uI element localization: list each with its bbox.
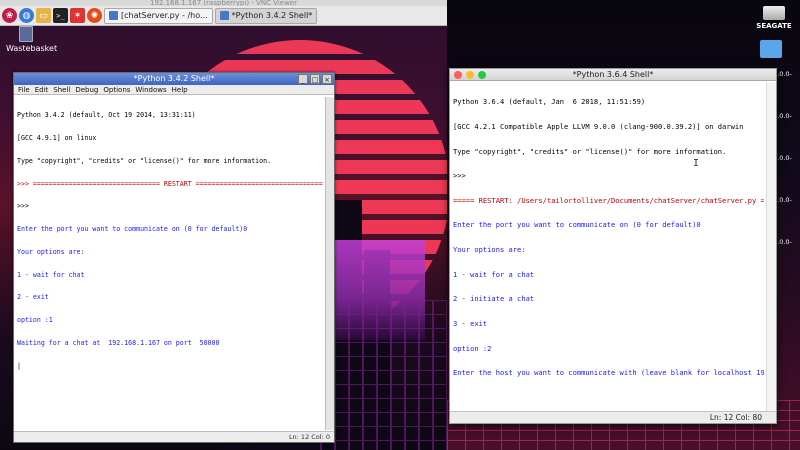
window-title: *Python 3.6.4 Shell* bbox=[572, 70, 654, 79]
shell-line: Type "copyright", "credits" or "license(… bbox=[453, 146, 727, 156]
shell-input-line[interactable]: Enter the host you want to communicate w… bbox=[453, 368, 764, 377]
desktop-icon-label: Wastebasket bbox=[6, 44, 58, 53]
desktop-icon-label[interactable]: 4.0.0- bbox=[773, 70, 800, 78]
window-titlebar[interactable]: *Python 3.4.2 Shell* _ □ × bbox=[14, 73, 334, 85]
status-bar: Ln: 12 Col: 0 bbox=[14, 431, 334, 442]
desktop-icon-label[interactable]: 4.0.0- bbox=[773, 154, 800, 162]
menu-file[interactable]: File bbox=[18, 85, 30, 94]
shell-line: [GCC 4.9.1] on linux bbox=[17, 133, 97, 142]
folder-icon[interactable] bbox=[760, 40, 782, 58]
shell-output[interactable]: Python 3.4.2 (default, Oct 19 2014, 13:3… bbox=[17, 97, 324, 430]
shell-line: 2 - exit bbox=[17, 293, 49, 302]
shell-line: option :2 bbox=[453, 343, 492, 353]
menu-options[interactable]: Options bbox=[103, 85, 130, 94]
shell-line: 3 - exit bbox=[453, 318, 488, 328]
shell-line: Python 3.4.2 (default, Oct 19 2014, 13:3… bbox=[17, 111, 196, 120]
taskbar-item-label: [chatServer.py - /ho... bbox=[121, 11, 208, 20]
shell-line: Type "copyright", "credits" or "license(… bbox=[17, 156, 272, 165]
desktop-icon-label[interactable]: 4.0.0- bbox=[773, 112, 800, 120]
desktop-icon-wastebasket[interactable]: Wastebasket bbox=[6, 26, 57, 53]
shell-line: >>> bbox=[17, 202, 33, 211]
editor-icon bbox=[109, 11, 118, 20]
menu-edit[interactable]: Edit bbox=[35, 85, 49, 94]
shell-line: option :1 bbox=[17, 316, 53, 325]
raspberry-menu-icon[interactable]: ❀ bbox=[2, 8, 17, 23]
mathematica-icon[interactable]: ✶ bbox=[70, 8, 85, 23]
wallpaper-grid bbox=[320, 300, 447, 450]
shell-line: 1 - wait for a chat bbox=[453, 269, 535, 279]
vertical-scrollbar[interactable] bbox=[766, 82, 776, 411]
shell-line: Enter the port you want to communicate o… bbox=[453, 220, 701, 230]
taskbar-item-label: *Python 3.4.2 Shell* bbox=[231, 11, 313, 20]
shell-input-line[interactable]: | bbox=[17, 362, 324, 371]
desktop-icon-label[interactable]: 4.0.0- bbox=[773, 238, 800, 246]
vertical-scrollbar[interactable] bbox=[325, 97, 334, 430]
shell-line: 1 - wait for chat bbox=[17, 270, 85, 279]
shell-line: [GCC 4.2.1 Compatible Apple LLVM 9.0.0 (… bbox=[453, 122, 744, 132]
zoom-button[interactable] bbox=[478, 71, 486, 79]
browser-icon[interactable]: ◍ bbox=[19, 8, 34, 23]
ibeam-cursor-icon: I bbox=[693, 158, 700, 169]
shell-line: Your options are: bbox=[453, 245, 526, 255]
terminal-icon[interactable]: >_ bbox=[53, 8, 68, 23]
shell-line: >>> bbox=[453, 171, 471, 181]
pi-python-shell-window[interactable]: *Python 3.4.2 Shell* _ □ × File Edit She… bbox=[13, 72, 335, 443]
close-button[interactable] bbox=[454, 71, 462, 79]
shell-line: ===== RESTART: /Users/tailortolliver/Doc… bbox=[453, 195, 764, 205]
close-button[interactable]: × bbox=[322, 74, 332, 84]
trash-icon bbox=[19, 26, 33, 42]
taskbar-item-chatserver[interactable]: [chatServer.py - /ho... bbox=[104, 7, 213, 24]
shell-line: Waiting for a chat at 192.168.1.167 on p… bbox=[17, 339, 220, 347]
minimize-button[interactable] bbox=[466, 71, 474, 79]
desktop-icon-seagate[interactable]: SEAGATE bbox=[752, 6, 796, 30]
shell-line: Python 3.6.4 (default, Jan 6 2018, 11:51… bbox=[453, 97, 646, 107]
window-titlebar[interactable]: *Python 3.6.4 Shell* bbox=[450, 69, 776, 81]
desktop-icon-label: SEAGATE bbox=[756, 22, 792, 30]
file-manager-icon[interactable]: ▭ bbox=[36, 8, 51, 23]
menu-shell[interactable]: Shell bbox=[53, 85, 70, 94]
mac-python-shell-window[interactable]: *Python 3.6.4 Shell* Python 3.6.4 (defau… bbox=[449, 68, 777, 424]
window-title: *Python 3.4.2 Shell* bbox=[133, 74, 215, 83]
wolfram-icon[interactable]: ✺ bbox=[87, 8, 102, 23]
shell-line: Enter the port you want to communicate o… bbox=[17, 225, 248, 234]
shell-output[interactable]: Python 3.6.4 (default, Jan 6 2018, 11:51… bbox=[453, 82, 764, 411]
pi-taskbar: ❀ ◍ ▭ >_ ✶ ✺ [chatServer.py - /ho... *Py… bbox=[0, 6, 447, 26]
status-bar: Ln: 12 Col: 80 bbox=[450, 411, 776, 423]
shell-line: Your options are: bbox=[17, 247, 85, 256]
taskbar-item-python-shell[interactable]: *Python 3.4.2 Shell* bbox=[214, 7, 318, 24]
minimize-button[interactable]: _ bbox=[298, 74, 308, 84]
menu-windows[interactable]: Windows bbox=[135, 85, 166, 94]
shell-line: >>> ================================ RES… bbox=[17, 179, 323, 188]
python-icon bbox=[219, 11, 229, 20]
menu-debug[interactable]: Debug bbox=[75, 85, 98, 94]
desktop-icon-label[interactable]: 4.0.0- bbox=[773, 196, 800, 204]
menu-help[interactable]: Help bbox=[172, 85, 188, 94]
drive-icon bbox=[763, 6, 785, 20]
pi-menubar: File Edit Shell Debug Options Windows He… bbox=[14, 85, 334, 95]
shell-line: 2 - initiate a chat bbox=[453, 294, 535, 304]
maximize-button[interactable]: □ bbox=[310, 74, 320, 84]
